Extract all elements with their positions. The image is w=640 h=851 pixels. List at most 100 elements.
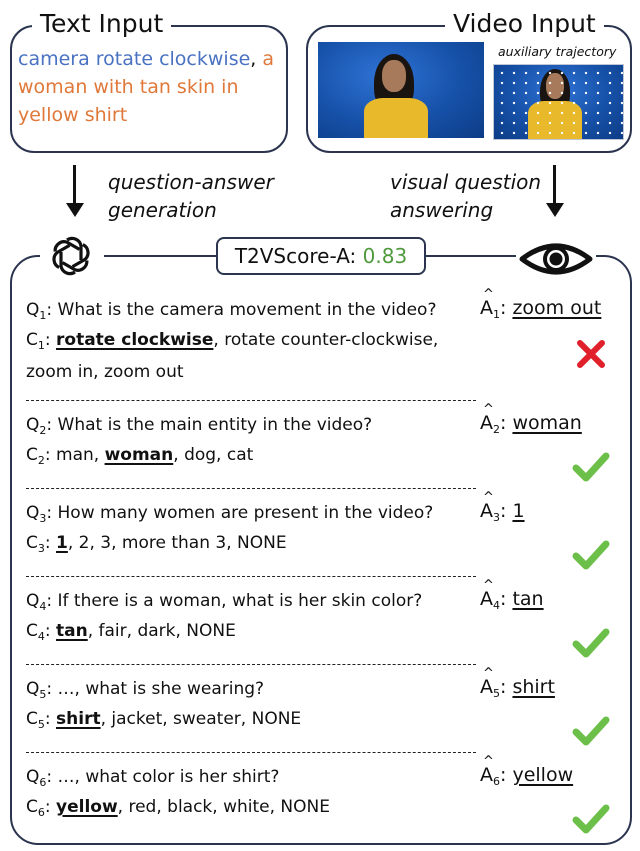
question-label: Q (26, 679, 40, 699)
answer-colon: : (500, 588, 513, 610)
choices-text: C5: shirt, jacket, sweater, NONE (26, 706, 301, 738)
choices-index: 6 (37, 806, 45, 819)
choices-label: C (26, 621, 38, 641)
answer-index: 5 (493, 687, 500, 700)
answer-colon: : (500, 500, 513, 522)
check-icon (572, 452, 610, 482)
other-choices: , red, black, white, NONE (117, 797, 330, 817)
answer-label: A (480, 661, 494, 700)
answer-colon: : (500, 676, 513, 698)
openai-logo-icon (52, 236, 90, 276)
predicted-answer: A3: 1 (480, 485, 525, 531)
choices-colon: : (44, 709, 57, 729)
answer-index: 1 (493, 308, 500, 321)
choices-label: C (26, 533, 38, 553)
correct-choice: shirt (56, 709, 101, 729)
choices-label: C (26, 330, 38, 350)
choices-label: C (26, 797, 38, 817)
other-choices: , dog, cat (173, 445, 254, 465)
choices-colon: : (44, 330, 57, 350)
answer-colon: : (500, 412, 513, 434)
choices-label: C (26, 709, 38, 729)
choices-colon: : man, (44, 445, 105, 465)
answer-colon: : (500, 764, 513, 786)
other-choices: , fair, dark, NONE (87, 621, 236, 641)
predicted-answer: A1: zoom out (480, 282, 602, 328)
correct-choice: woman (104, 445, 174, 465)
eye-icon (519, 243, 593, 275)
label-line: visual question (390, 170, 542, 194)
qa-divider (26, 752, 476, 753)
predicted-answer: A4: tan (480, 573, 544, 619)
arrow-right-shaft (553, 165, 556, 205)
question-body: : If there is a woman, what is her skin … (46, 591, 423, 611)
question-label: Q (26, 503, 40, 523)
score-value: 0.83 (362, 244, 408, 268)
qa-generation-label: question-answer generation (108, 168, 274, 224)
score-label: T2VScore-A: (234, 244, 363, 268)
choices-colon: : (44, 621, 57, 641)
answer-value: shirt (512, 676, 555, 698)
text-input-title: Text Input (32, 10, 172, 38)
answer-label: A (480, 749, 494, 788)
check-icon (572, 716, 610, 746)
figure-shirt (364, 98, 428, 138)
prompt-camera-part: camera rotate clockwise (18, 48, 251, 70)
question-body: : What is the main entity in the video? (46, 415, 373, 435)
arrow-left-head (66, 203, 84, 217)
qa-divider (26, 576, 476, 577)
answer-label: A (480, 573, 494, 612)
question-text: Q1: What is the camera movement in the v… (26, 297, 436, 329)
answer-index: 3 (493, 511, 500, 524)
trajectory-points (494, 65, 623, 139)
correct-choice: yellow (56, 797, 118, 817)
answer-colon: : (500, 297, 513, 319)
video-frame-auxiliary (493, 64, 624, 140)
question-label: Q (26, 591, 40, 611)
check-icon (572, 628, 610, 658)
label-line: question-answer (108, 170, 274, 194)
question-body: : What is the camera movement in the vid… (46, 300, 437, 320)
answer-value: 1 (512, 500, 525, 522)
question-text: Q2: What is the main entity in the video… (26, 412, 372, 444)
aux-trajectory-label: auxiliary trajectory (498, 44, 617, 59)
answer-label: A (480, 397, 494, 436)
question-text: Q6: …, what color is her shirt? (26, 764, 279, 796)
video-input-title: Video Input (445, 10, 604, 38)
t2vscore-badge: T2VScore-A: 0.83 (216, 237, 426, 275)
predicted-answer: A2: woman (480, 397, 582, 443)
answer-index: 6 (493, 775, 500, 788)
answer-value: tan (512, 588, 544, 610)
question-text: Q4: If there is a woman, what is her ski… (26, 588, 422, 620)
figure-face (382, 60, 406, 92)
check-icon (572, 804, 610, 834)
choices-label: C (26, 445, 38, 465)
qa-divider (26, 400, 476, 401)
answer-value: woman (512, 412, 582, 434)
question-text: Q3: How many women are present in the vi… (26, 500, 433, 532)
choices-text: C2: man, woman, dog, cat (26, 442, 253, 474)
question-body: : …, what is she wearing? (46, 679, 265, 699)
other-choices: , 2, 3, more than 3, NONE (67, 533, 287, 553)
choices-colon: : (44, 533, 57, 553)
choices-text: C3: 1, 2, 3, more than 3, NONE (26, 530, 287, 562)
predicted-answer: A5: shirt (480, 661, 555, 707)
connector-line-right (426, 255, 516, 257)
prompt-separator: , (250, 48, 263, 70)
answer-value: zoom out (512, 297, 602, 319)
answer-label: A (480, 485, 494, 524)
choices-text: C6: yellow, red, black, white, NONE (26, 794, 330, 826)
arrow-right-head (546, 203, 564, 217)
text-prompt: camera rotate clockwise, a woman with ta… (18, 45, 288, 129)
qa-divider (26, 488, 476, 489)
question-label: Q (26, 415, 40, 435)
choices-index: 4 (37, 630, 45, 643)
choices-index: 1 (37, 339, 45, 352)
answer-index: 4 (493, 599, 500, 612)
choices-index: 5 (37, 718, 45, 731)
choices-text: C1: rotate clockwise, rotate counter-clo… (26, 327, 438, 385)
choices-text: C4: tan, fair, dark, NONE (26, 618, 236, 650)
arrow-left-shaft (73, 165, 76, 205)
question-label: Q (26, 300, 40, 320)
check-icon (572, 540, 610, 570)
